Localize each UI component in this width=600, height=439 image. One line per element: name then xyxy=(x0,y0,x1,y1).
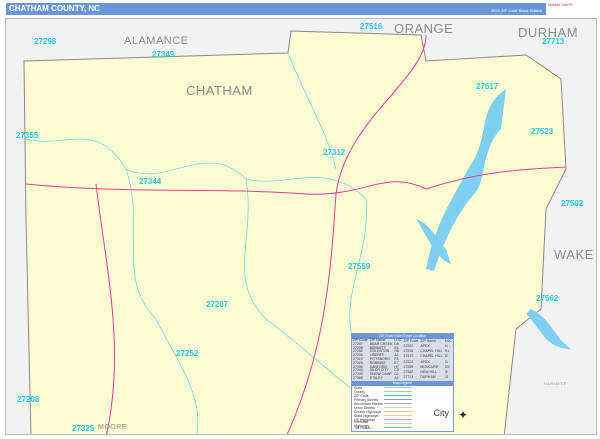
map-canvas[interactable]: ALAMANCE ORANGE DURHAM CHATHAM WAKE MOOR… xyxy=(5,18,597,438)
zip-label: 27325 xyxy=(72,424,95,433)
zip-index-cell: 27713 xyxy=(403,375,414,380)
legend-line-swatch xyxy=(384,399,412,401)
zip-label: 27252 xyxy=(176,349,199,358)
legend-line-swatch xyxy=(384,391,412,393)
zip-index-cell: DURHAM xyxy=(420,375,436,380)
zip-label: 27207 xyxy=(206,300,229,309)
county-label-wake: WAKE xyxy=(554,247,594,262)
zip-label: 27562 xyxy=(536,294,559,303)
zip-index-cell: STALEY xyxy=(369,375,383,380)
legend-line-swatch xyxy=(384,427,412,429)
map-title: CHATHAM COUNTY, NC xyxy=(9,4,100,13)
zip-label: 27298 xyxy=(34,37,57,46)
zip-label: 27312 xyxy=(323,148,346,157)
zip-index-right: ZIP Code ZIP Name LOC 27502 APEX I4 27516 CHAP… xyxy=(402,339,454,381)
zip-label: 27355 xyxy=(16,131,39,140)
city-symbol: City xyxy=(433,408,450,418)
zip-index-row: 27713 DURHAM J1 xyxy=(403,375,454,381)
zip-label: 27559 xyxy=(348,262,371,271)
map-svg xyxy=(23,30,571,438)
edition-label: 2023 ZIP Code Basic Edition xyxy=(490,8,542,13)
zip-label: 27517 xyxy=(476,82,499,91)
logo-text: Market MAPS xyxy=(548,2,573,7)
zip-index-cell: 27355 xyxy=(353,375,363,380)
zip-label: 27349 xyxy=(152,50,175,59)
zip-label: 27516 xyxy=(360,22,383,31)
zip-label: 27502 xyxy=(561,199,584,208)
publisher-logo: Market MAPS xyxy=(548,2,596,15)
legend-line-swatch xyxy=(384,387,412,389)
legend-line-label: Toll Roads xyxy=(354,425,371,430)
zip-label: 27208 xyxy=(17,395,40,404)
zip-label: 27344 xyxy=(139,177,162,186)
legend-line-swatch xyxy=(384,407,412,409)
county-label-alamance: ALAMANCE xyxy=(124,35,189,47)
map-legend: ZIP Code Index/Town Location ZIP Code ZIP… xyxy=(351,333,454,432)
header-bar: CHATHAM COUNTY, NC 2023 ZIP Code Basic E… xyxy=(6,3,546,15)
legend-line-swatch xyxy=(384,403,412,405)
legend-line-swatch xyxy=(384,423,412,425)
county-label-moore: MOORE xyxy=(98,424,127,431)
zip-index-cell: J1 xyxy=(444,375,449,380)
zip-label: 27523 xyxy=(531,127,554,136)
legend-line-swatch xyxy=(384,419,412,421)
chatham-county-area xyxy=(23,30,567,438)
county-label-chatham: CHATHAM xyxy=(186,83,253,98)
county-label-harnett: HARNETT xyxy=(544,381,567,386)
legend-line-swatch xyxy=(384,395,412,397)
north-arrow-icon: ✦ xyxy=(458,408,469,422)
legend-line-item: Toll Roads xyxy=(352,426,453,430)
legend-line-swatch xyxy=(384,415,412,417)
legend-line-swatch xyxy=(384,411,412,413)
zip-label: 27713 xyxy=(542,37,565,46)
zip-index-left: ZIP Code ZIP Name LOC 27207 BEAR CREEK D6 272… xyxy=(352,338,403,381)
county-label-orange: ORANGE xyxy=(394,21,454,36)
